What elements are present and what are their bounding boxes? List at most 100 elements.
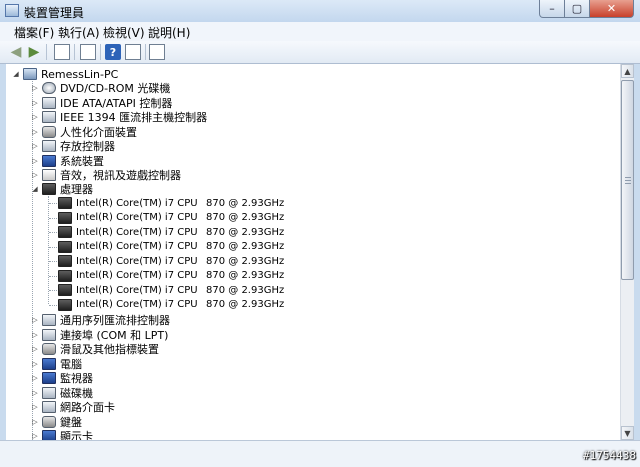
- tree-category-item[interactable]: ▷ 滑鼠及其他指標裝置: [31, 342, 159, 356]
- expanded-arrow-icon[interactable]: ◢: [12, 69, 20, 79]
- forward-arrow-icon[interactable]: ▶: [26, 44, 42, 60]
- device-tree[interactable]: ◢ RemessLin-PC ▷ DVD/CD-ROM 光碟機 ▷ IDE ATA/A…: [6, 64, 620, 440]
- collapsed-arrow-icon[interactable]: ▷: [31, 315, 39, 325]
- tree-item-processor[interactable]: ◢ 處理器: [31, 182, 93, 196]
- processor-icon: [58, 240, 72, 253]
- forward-glyph: ▶: [28, 44, 40, 60]
- device-category-icon: [42, 154, 56, 167]
- cpu-speed: 870 @ 2.93GHz: [206, 212, 285, 223]
- device-category-icon: [42, 343, 56, 355]
- tree-category-item[interactable]: ▷ 鍵盤: [31, 415, 82, 429]
- back-glyph: ◀: [10, 44, 22, 60]
- show-hide-console-tree-icon[interactable]: [54, 44, 70, 60]
- tree-category-item[interactable]: ▷ DVD/CD-ROM 光碟機: [31, 81, 170, 95]
- tree-category-item[interactable]: ▷ 監視器: [31, 371, 93, 385]
- tree-category-item[interactable]: ▷ 顯示卡: [31, 429, 93, 440]
- tree-item-cpu[interactable]: Intel(R) Core(TM) i7 CPU 870 @ 2.93GHz: [58, 211, 284, 225]
- tree-guide-line: [49, 217, 57, 219]
- processor-icon: [58, 197, 72, 209]
- tree-category-item[interactable]: ▷ 音效，視訊及遊戲控制器: [31, 168, 181, 182]
- collapsed-arrow-icon[interactable]: ▷: [31, 330, 39, 340]
- collapsed-arrow-icon[interactable]: ▷: [31, 156, 39, 166]
- toolbar-separator: [100, 44, 101, 60]
- device-category-icon: [42, 169, 56, 181]
- tree-category-item[interactable]: ▷ 連接埠 (COM 和 LPT): [31, 328, 168, 342]
- tree-item-cpu[interactable]: Intel(R) Core(TM) i7 CPU 870 @ 2.93GHz: [58, 225, 284, 239]
- tree-item-cpu[interactable]: Intel(R) Core(TM) i7 CPU 870 @ 2.93GHz: [58, 269, 284, 283]
- collapsed-arrow-icon[interactable]: ▷: [31, 98, 39, 108]
- expanded-arrow-icon[interactable]: ◢: [31, 184, 39, 194]
- cpu-speed: 870 @ 2.93GHz: [206, 241, 285, 252]
- tree-item-cpu[interactable]: Intel(R) Core(TM) i7 CPU 870 @ 2.93GHz: [58, 283, 284, 297]
- tree-category-item[interactable]: ▷ 網路介面卡: [31, 400, 115, 414]
- menu-help[interactable]: 說明(H): [148, 24, 190, 41]
- window-title: 裝置管理員: [24, 6, 85, 20]
- collapsed-arrow-icon[interactable]: ▷: [31, 417, 39, 427]
- device-category-icon: [42, 415, 56, 428]
- menu-view[interactable]: 檢視(V): [103, 24, 145, 41]
- collapsed-arrow-icon[interactable]: ▷: [31, 431, 39, 440]
- collapsed-arrow-icon[interactable]: ▷: [31, 359, 39, 369]
- properties-icon[interactable]: [80, 44, 96, 60]
- collapsed-arrow-icon[interactable]: ▷: [31, 83, 39, 93]
- window-controls: – ▢ ✕: [539, 0, 634, 18]
- computer-icon: [23, 68, 37, 80]
- processor-icon: [58, 298, 72, 311]
- maximize-button[interactable]: ▢: [565, 0, 590, 18]
- processor-icon: [42, 183, 56, 195]
- collapsed-arrow-icon[interactable]: ▷: [31, 170, 39, 180]
- collapsed-arrow-icon[interactable]: ▷: [31, 127, 39, 137]
- tree-item-cpu[interactable]: Intel(R) Core(TM) i7 CPU 870 @ 2.93GHz: [58, 298, 284, 312]
- scroll-thumb[interactable]: [621, 80, 634, 280]
- collapsed-arrow-icon[interactable]: ▷: [31, 344, 39, 354]
- device-category-icon: [42, 314, 56, 326]
- tree-category-item[interactable]: ▷ 磁碟機: [31, 386, 93, 400]
- tree-category-item[interactable]: ▷ 通用序列匯流排控制器: [31, 313, 170, 327]
- collapsed-arrow-icon[interactable]: ▷: [31, 388, 39, 398]
- cpu-speed: 870 @ 2.93GHz: [206, 284, 285, 296]
- collapsed-arrow-icon[interactable]: ▷: [31, 112, 39, 122]
- menu-file[interactable]: 檔案(F): [14, 24, 54, 41]
- vertical-scrollbar[interactable]: ▲ ▼: [620, 64, 634, 440]
- tree-guide-line: [49, 232, 57, 233]
- device-category-icon: [42, 401, 56, 413]
- device-category-icon: [42, 111, 56, 123]
- menu-action[interactable]: 執行(A): [58, 24, 100, 41]
- scan-hardware-changes-icon[interactable]: [149, 44, 165, 60]
- tree-item-cpu[interactable]: Intel(R) Core(TM) i7 CPU 870 @ 2.93GHz: [58, 240, 284, 254]
- title-bar: 裝置管理員 – ▢ ✕: [0, 0, 640, 22]
- collapsed-arrow-icon[interactable]: ▷: [31, 402, 39, 412]
- cpu-speed: 870 @ 2.93GHz: [206, 255, 285, 267]
- cpu-name: Intel(R) Core(TM) i7 CPU: [76, 197, 198, 209]
- tree-root[interactable]: ◢ RemessLin-PC: [12, 67, 118, 81]
- close-button[interactable]: ✕: [590, 0, 634, 18]
- toolbar: ◀ ▶ ?: [0, 41, 640, 64]
- cpu-name: Intel(R) Core(TM) i7 CPU: [76, 270, 198, 281]
- tree-category-item[interactable]: ▷ 人性化介面裝置: [31, 125, 137, 139]
- scroll-down-arrow-icon[interactable]: ▼: [621, 426, 634, 440]
- device-category-icon: [42, 430, 56, 440]
- tree-category-item[interactable]: ▷ IDE ATA/ATAPI 控制器: [31, 96, 172, 110]
- back-arrow-icon[interactable]: ◀: [8, 44, 24, 60]
- cpu-name: Intel(R) Core(TM) i7 CPU: [76, 241, 198, 252]
- cpu-name: Intel(R) Core(TM) i7 CPU: [76, 255, 198, 267]
- tree-item-cpu[interactable]: Intel(R) Core(TM) i7 CPU 870 @ 2.93GHz: [58, 196, 284, 210]
- cpu-name: Intel(R) Core(TM) i7 CPU: [76, 284, 198, 296]
- tree-guide-line: [49, 203, 57, 204]
- tree-guide-line: [49, 304, 57, 306]
- tree-category-item[interactable]: ▷ 電腦: [31, 357, 82, 371]
- collapsed-arrow-icon[interactable]: ▷: [31, 141, 39, 151]
- scroll-up-arrow-icon[interactable]: ▲: [621, 64, 634, 78]
- collapsed-arrow-icon[interactable]: ▷: [31, 373, 39, 383]
- display-properties-icon[interactable]: [125, 44, 141, 60]
- tree-item-cpu[interactable]: Intel(R) Core(TM) i7 CPU 870 @ 2.93GHz: [58, 254, 284, 268]
- tree-category-item[interactable]: ▷ 系統裝置: [31, 154, 104, 168]
- grip-line: [625, 177, 631, 178]
- cpu-name: Intel(R) Core(TM) i7 CPU: [76, 299, 198, 310]
- cpu-speed: 870 @ 2.93GHz: [206, 299, 285, 310]
- minimize-button[interactable]: –: [539, 0, 565, 18]
- tree-category-item[interactable]: ▷ IEEE 1394 匯流排主機控制器: [31, 110, 207, 124]
- help-icon[interactable]: ?: [105, 44, 121, 60]
- tree-category-item[interactable]: ▷ 存放控制器: [31, 139, 115, 153]
- cpu-name: Intel(R) Core(TM) i7 CPU: [76, 226, 198, 238]
